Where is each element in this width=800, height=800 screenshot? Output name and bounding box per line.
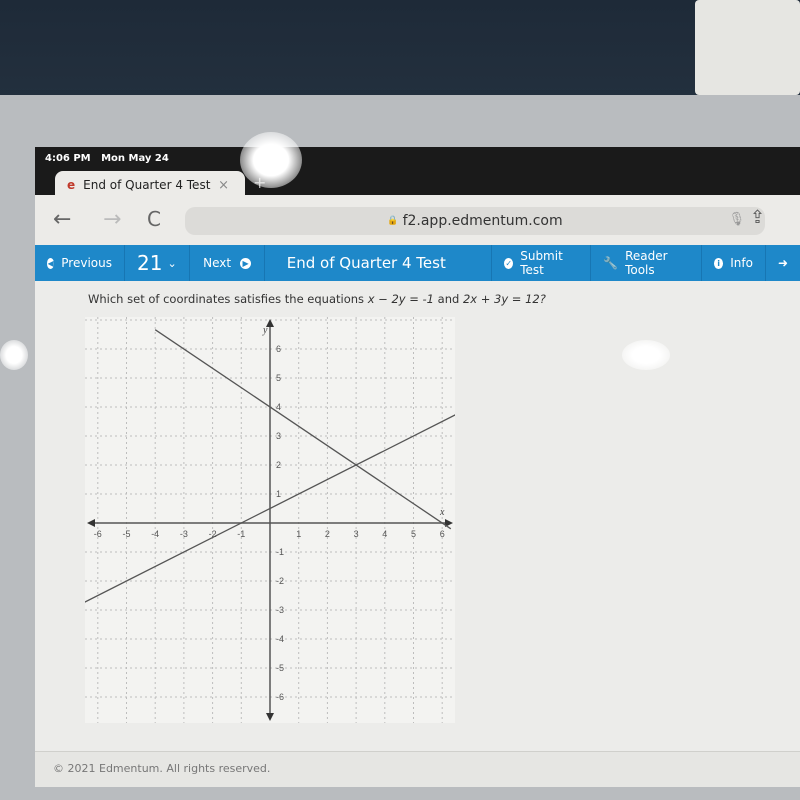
next-button[interactable]: Next ▶ bbox=[190, 245, 265, 281]
x-tick-label: 1 bbox=[296, 529, 301, 539]
question-mid: and bbox=[434, 292, 463, 306]
url-text: f2.app.edmentum.com bbox=[402, 213, 563, 229]
info-label: Info bbox=[730, 256, 753, 270]
test-title: End of Quarter 4 Test bbox=[286, 254, 446, 272]
background-wall bbox=[0, 0, 800, 100]
y-tick-label: -5 bbox=[276, 663, 284, 673]
y-tick-label: 6 bbox=[276, 344, 281, 354]
light-glare bbox=[622, 340, 670, 370]
y-tick-label: 1 bbox=[276, 489, 281, 499]
y-tick-label: 2 bbox=[276, 460, 281, 470]
previous-button[interactable]: ◀ Previous bbox=[35, 245, 125, 281]
edmentum-favicon-icon: e bbox=[67, 178, 76, 192]
reload-icon[interactable]: C bbox=[147, 207, 161, 231]
tab-title: End of Quarter 4 Test bbox=[83, 178, 211, 192]
status-date: Mon May 24 bbox=[101, 153, 169, 164]
arrow-right-circle-icon: ▶ bbox=[240, 257, 252, 269]
x-tick-label: 4 bbox=[382, 529, 387, 539]
copyright-text: © 2021 Edmentum. All rights reserved. bbox=[53, 762, 271, 775]
forward-arrow-icon[interactable]: → bbox=[103, 207, 121, 232]
x-tick-label: -1 bbox=[237, 529, 245, 539]
series-line-2 bbox=[154, 329, 452, 530]
y-axis-arrow-down bbox=[266, 713, 274, 721]
footer: © 2021 Edmentum. All rights reserved. bbox=[35, 751, 800, 787]
status-time: 4:06 PM bbox=[45, 153, 91, 164]
coordinate-graph: -6 -5 -4 -3 -2 -1 1 2 3 4 5 6 -6 -5 -4 -3 -2 -1 1 2 3 4 5 6 x y bbox=[68, 317, 472, 727]
microphone-icon[interactable]: 🎙 bbox=[728, 212, 745, 227]
y-tick-label: -2 bbox=[276, 576, 284, 586]
test-nav-bar: ◀ Previous 21 ⌄ Next ▶ End of Quarter 4 … bbox=[35, 245, 800, 281]
previous-label: Previous bbox=[61, 256, 112, 270]
x-tick-label: -3 bbox=[180, 529, 188, 539]
light-glare bbox=[240, 132, 302, 188]
y-axis-label: y bbox=[262, 325, 268, 336]
next-label: Next bbox=[203, 256, 232, 270]
light-glare bbox=[0, 340, 28, 370]
sign-out-icon: ➜ bbox=[777, 256, 788, 270]
sign-out-button[interactable]: ➜ bbox=[766, 245, 800, 281]
status-bar: 4:06 PM Mon May 24 bbox=[35, 147, 800, 169]
equation-2: 2x + 3y = 12? bbox=[462, 292, 546, 306]
submit-label: Submit Test bbox=[520, 249, 563, 277]
x-tick-label: 2 bbox=[325, 529, 330, 539]
browser-toolbar: ← → C 🔒 f2.app.edmentum.com 🎙 ⇪ bbox=[35, 195, 800, 245]
reader-tools-label: Reader Tools bbox=[625, 249, 668, 277]
chevron-down-icon: ⌄ bbox=[167, 256, 177, 270]
y-tick-label: -6 bbox=[276, 692, 284, 702]
equation-1: x − 2y = -1 bbox=[367, 292, 434, 306]
x-tick-label: -4 bbox=[151, 529, 159, 539]
close-tab-icon[interactable]: × bbox=[218, 178, 229, 193]
x-axis-arrow-left bbox=[87, 519, 95, 527]
tab-strip: e End of Quarter 4 Test × + bbox=[35, 169, 800, 199]
reader-tools-button[interactable]: 🔧 Reader Tools bbox=[591, 245, 702, 281]
wrench-icon: 🔧 bbox=[603, 256, 619, 270]
x-tick-label: -5 bbox=[122, 529, 130, 539]
tablet-screen: 4:06 PM Mon May 24 e End of Quarter 4 Te… bbox=[35, 147, 800, 787]
info-button[interactable]: i Info bbox=[702, 245, 766, 281]
test-title-area: End of Quarter 4 Test bbox=[265, 245, 493, 281]
x-axis-label: x bbox=[439, 507, 445, 518]
question-number: 21 bbox=[137, 251, 163, 275]
x-tick-label: 3 bbox=[354, 529, 359, 539]
graph-svg: -6 -5 -4 -3 -2 -1 1 2 3 4 5 6-6-5-4-3-2-1123456xy bbox=[68, 317, 472, 727]
question-text: Which set of coordinates satisfies the e… bbox=[88, 292, 546, 306]
back-arrow-icon[interactable]: ← bbox=[53, 207, 71, 232]
y-tick-label: 4 bbox=[276, 402, 281, 412]
share-icon[interactable]: ⇪ bbox=[750, 207, 765, 228]
arrow-left-circle-icon: ◀ bbox=[47, 257, 55, 269]
y-tick-label: -4 bbox=[276, 634, 284, 644]
y-tick-label: 3 bbox=[276, 431, 281, 441]
question-prefix: Which set of coordinates satisfies the e… bbox=[88, 292, 368, 306]
submit-test-button[interactable]: ✓ Submit Test bbox=[492, 245, 592, 281]
lock-icon: 🔒 bbox=[387, 216, 399, 226]
question-content: Which set of coordinates satisfies the e… bbox=[35, 281, 800, 751]
y-tick-label: 5 bbox=[276, 373, 281, 383]
check-circle-icon: ✓ bbox=[504, 257, 514, 269]
question-selector[interactable]: 21 ⌄ bbox=[125, 245, 191, 281]
info-icon: i bbox=[713, 257, 724, 269]
address-bar[interactable]: 🔒 f2.app.edmentum.com 🎙 bbox=[185, 207, 765, 235]
x-tick-label: -6 bbox=[94, 529, 102, 539]
y-tick-label: -1 bbox=[276, 547, 284, 557]
x-tick-label: 5 bbox=[411, 529, 416, 539]
x-tick-label: 6 bbox=[440, 529, 445, 539]
y-tick-label: -3 bbox=[276, 605, 284, 615]
wall-outlet bbox=[695, 0, 800, 95]
